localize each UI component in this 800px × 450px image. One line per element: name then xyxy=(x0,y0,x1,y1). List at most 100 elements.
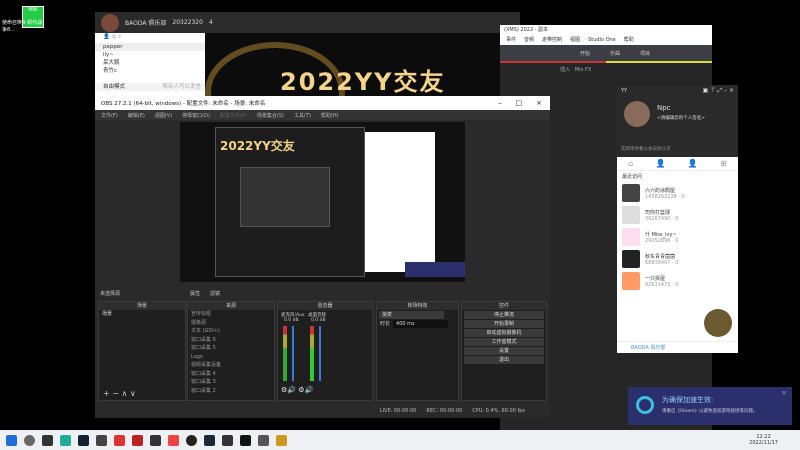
yy-icon[interactable] xyxy=(276,434,287,446)
list-item[interactable]: 什 Miss_ivy~ 29052896 · 0 xyxy=(617,226,738,248)
app-icon[interactable] xyxy=(168,434,179,446)
menu-item[interactable]: 帮助 xyxy=(624,35,634,45)
source-item[interactable]: 视频采集设备 xyxy=(188,361,274,370)
footer-club[interactable]: BAODA 俱乐部 xyxy=(631,345,665,351)
list-item[interactable]: pepper xyxy=(95,43,205,51)
search-icon[interactable] xyxy=(24,434,35,446)
studio-mode-button[interactable]: 工作室模式 xyxy=(464,338,544,346)
mixer-controls[interactable]: ⚙🔊 ⚙🔊 xyxy=(281,386,313,394)
studio-one-icon[interactable] xyxy=(240,434,251,446)
app-icon[interactable] xyxy=(222,434,233,446)
steam-icon[interactable] xyxy=(204,434,215,446)
virtual-camera-button[interactable]: 启动虚拟摄像机 xyxy=(464,329,544,337)
panel-footer: BAODA 俱乐部 xyxy=(617,341,738,353)
volume-slider[interactable] xyxy=(319,326,321,381)
list-item[interactable]: 青竹c xyxy=(95,67,205,75)
friends-icon[interactable]: 👤 xyxy=(688,159,698,168)
menu-item[interactable]: 视图 xyxy=(570,35,580,45)
menu-tools[interactable]: 工具(T) xyxy=(294,112,311,119)
transition-select[interactable]: 渐变 xyxy=(379,311,444,319)
taskview-icon[interactable] xyxy=(42,434,53,446)
menu-item[interactable]: Studio One xyxy=(588,35,616,45)
menu-edit[interactable]: 编辑(E) xyxy=(128,112,145,119)
app-icon[interactable] xyxy=(96,434,107,446)
stop-streaming-button[interactable]: 停止推流 xyxy=(464,311,544,319)
close-icon[interactable]: × xyxy=(781,389,787,397)
list-item[interactable]: 秋东青青茵茵 68838407 · 0 xyxy=(617,248,738,270)
dock-title: 控件 xyxy=(462,302,546,310)
app-icon[interactable] xyxy=(114,434,125,446)
floating-avatar-button[interactable] xyxy=(704,309,732,337)
start-recording-button[interactable]: 开始录制 xyxy=(464,320,544,328)
start-button[interactable]: 开始 xyxy=(580,50,590,57)
source-item[interactable]: 窗口采集 2 xyxy=(188,387,274,396)
app-icon[interactable] xyxy=(132,434,143,446)
app-icon[interactable] xyxy=(150,434,161,446)
duration-input[interactable]: 400 ms xyxy=(393,320,448,328)
list-item[interactable]: lly~ xyxy=(95,51,205,59)
source-item[interactable]: 窗口采集 6 xyxy=(188,336,274,345)
source-item[interactable]: 摄像源 xyxy=(188,319,274,328)
notification-toast[interactable]: 为确保加速生效: 请重启《Steam》以避免后续游戏链接等问题。 × xyxy=(628,387,792,425)
edge-icon[interactable] xyxy=(60,434,71,446)
menu-item[interactable]: 事件 xyxy=(506,35,516,45)
source-item[interactable]: 宣传标题 xyxy=(188,310,274,319)
obs-icon[interactable] xyxy=(186,434,197,446)
window-title: (XMS) 2022 - 副本 xyxy=(500,25,712,35)
preview-canvas[interactable]: 2022YY交友 xyxy=(180,122,465,282)
scene-controls[interactable]: + − ∧ ∨ xyxy=(103,389,136,398)
menu-scene-collection[interactable]: 场景集合(S) xyxy=(257,112,284,119)
menu-docks[interactable]: 停靠窗口(D) xyxy=(182,112,210,119)
menu-file[interactable]: 文件(F) xyxy=(101,112,118,119)
avatar[interactable] xyxy=(624,101,650,127)
settings-button[interactable]: 设置 xyxy=(464,347,544,355)
apps-icon[interactable]: ⊞ xyxy=(720,159,727,168)
contacts-icon[interactable]: 👤 xyxy=(656,159,666,168)
duration-label: 时长 xyxy=(380,321,391,327)
source-item[interactable]: Logo xyxy=(188,353,274,362)
rec-time: REC: 00:00:00 xyxy=(426,408,463,414)
accelerator-icon xyxy=(636,396,654,414)
desktop-icon-label[interactable]: 使命召唤8-现代战争8... xyxy=(2,20,42,34)
user-list-toolbar[interactable]: 👤 ◎ ⌕ xyxy=(95,33,205,43)
mode-select[interactable]: 自由模式 xyxy=(103,83,125,91)
taskbar: 12:22 2022/11/17 xyxy=(0,430,800,450)
recent-header[interactable]: 最近访问 xyxy=(617,171,738,182)
home-icon[interactable]: ⌂ xyxy=(628,159,633,168)
dock-title: 转场特效 xyxy=(377,302,458,310)
qq-icon[interactable] xyxy=(78,434,89,446)
list-item[interactable]: 司你打篮球 39167490 · 0 xyxy=(617,204,738,226)
source-item[interactable]: 窗口采集 3 xyxy=(188,378,274,387)
source-item[interactable]: 文本 (GDI+) xyxy=(188,327,274,336)
avatar[interactable] xyxy=(101,13,119,32)
exit-button[interactable]: 退出 xyxy=(464,356,544,364)
menu-help[interactable]: 帮助(H) xyxy=(321,112,339,119)
start-icon[interactable] xyxy=(6,434,17,446)
scene-item[interactable]: 场景 xyxy=(99,310,185,319)
list-item[interactable]: 呆大鹅 xyxy=(95,59,205,67)
minimize-button[interactable]: – xyxy=(498,99,502,107)
song-button[interactable]: 乐曲 xyxy=(610,50,620,57)
clock[interactable]: 12:22 2022/11/17 xyxy=(749,434,800,446)
menu-item[interactable]: 走带控制 xyxy=(542,35,562,45)
profile-signature[interactable]: <请编辑您的个人签名> xyxy=(657,115,705,121)
list-item[interactable]: 一只拆屋 82631473 · 0 xyxy=(617,270,738,292)
club-name: BAODA 俱乐部 xyxy=(125,20,167,27)
profile-name: Npc xyxy=(657,104,671,112)
window-controls[interactable]: ▣ ⊤ ⤢ – × xyxy=(703,87,734,95)
preview-banner: 2022YY交友 xyxy=(220,139,295,153)
menu-item[interactable]: 音频 xyxy=(524,35,534,45)
close-button[interactable]: × xyxy=(536,99,542,107)
source-item[interactable]: 窗口采集 4 xyxy=(188,370,274,379)
filters-button[interactable]: 滤镜 xyxy=(210,290,220,297)
menu-profile[interactable]: 配置文件(P) xyxy=(220,112,247,119)
notification-body: 请重启《Steam》以避免后续游戏链接等问题。 xyxy=(662,409,758,414)
properties-button[interactable]: 属性 xyxy=(190,290,200,297)
maximize-button[interactable]: □ xyxy=(516,99,523,107)
app-icon[interactable] xyxy=(258,434,269,446)
volume-slider[interactable] xyxy=(292,326,294,381)
list-item[interactable]: 六六的涂鸦屋 1458262228 · 0 xyxy=(617,182,738,204)
menu-view[interactable]: 视图(V) xyxy=(155,112,172,119)
project-button[interactable]: 项目 xyxy=(640,50,650,57)
source-item[interactable]: 窗口采集 5 xyxy=(188,344,274,353)
